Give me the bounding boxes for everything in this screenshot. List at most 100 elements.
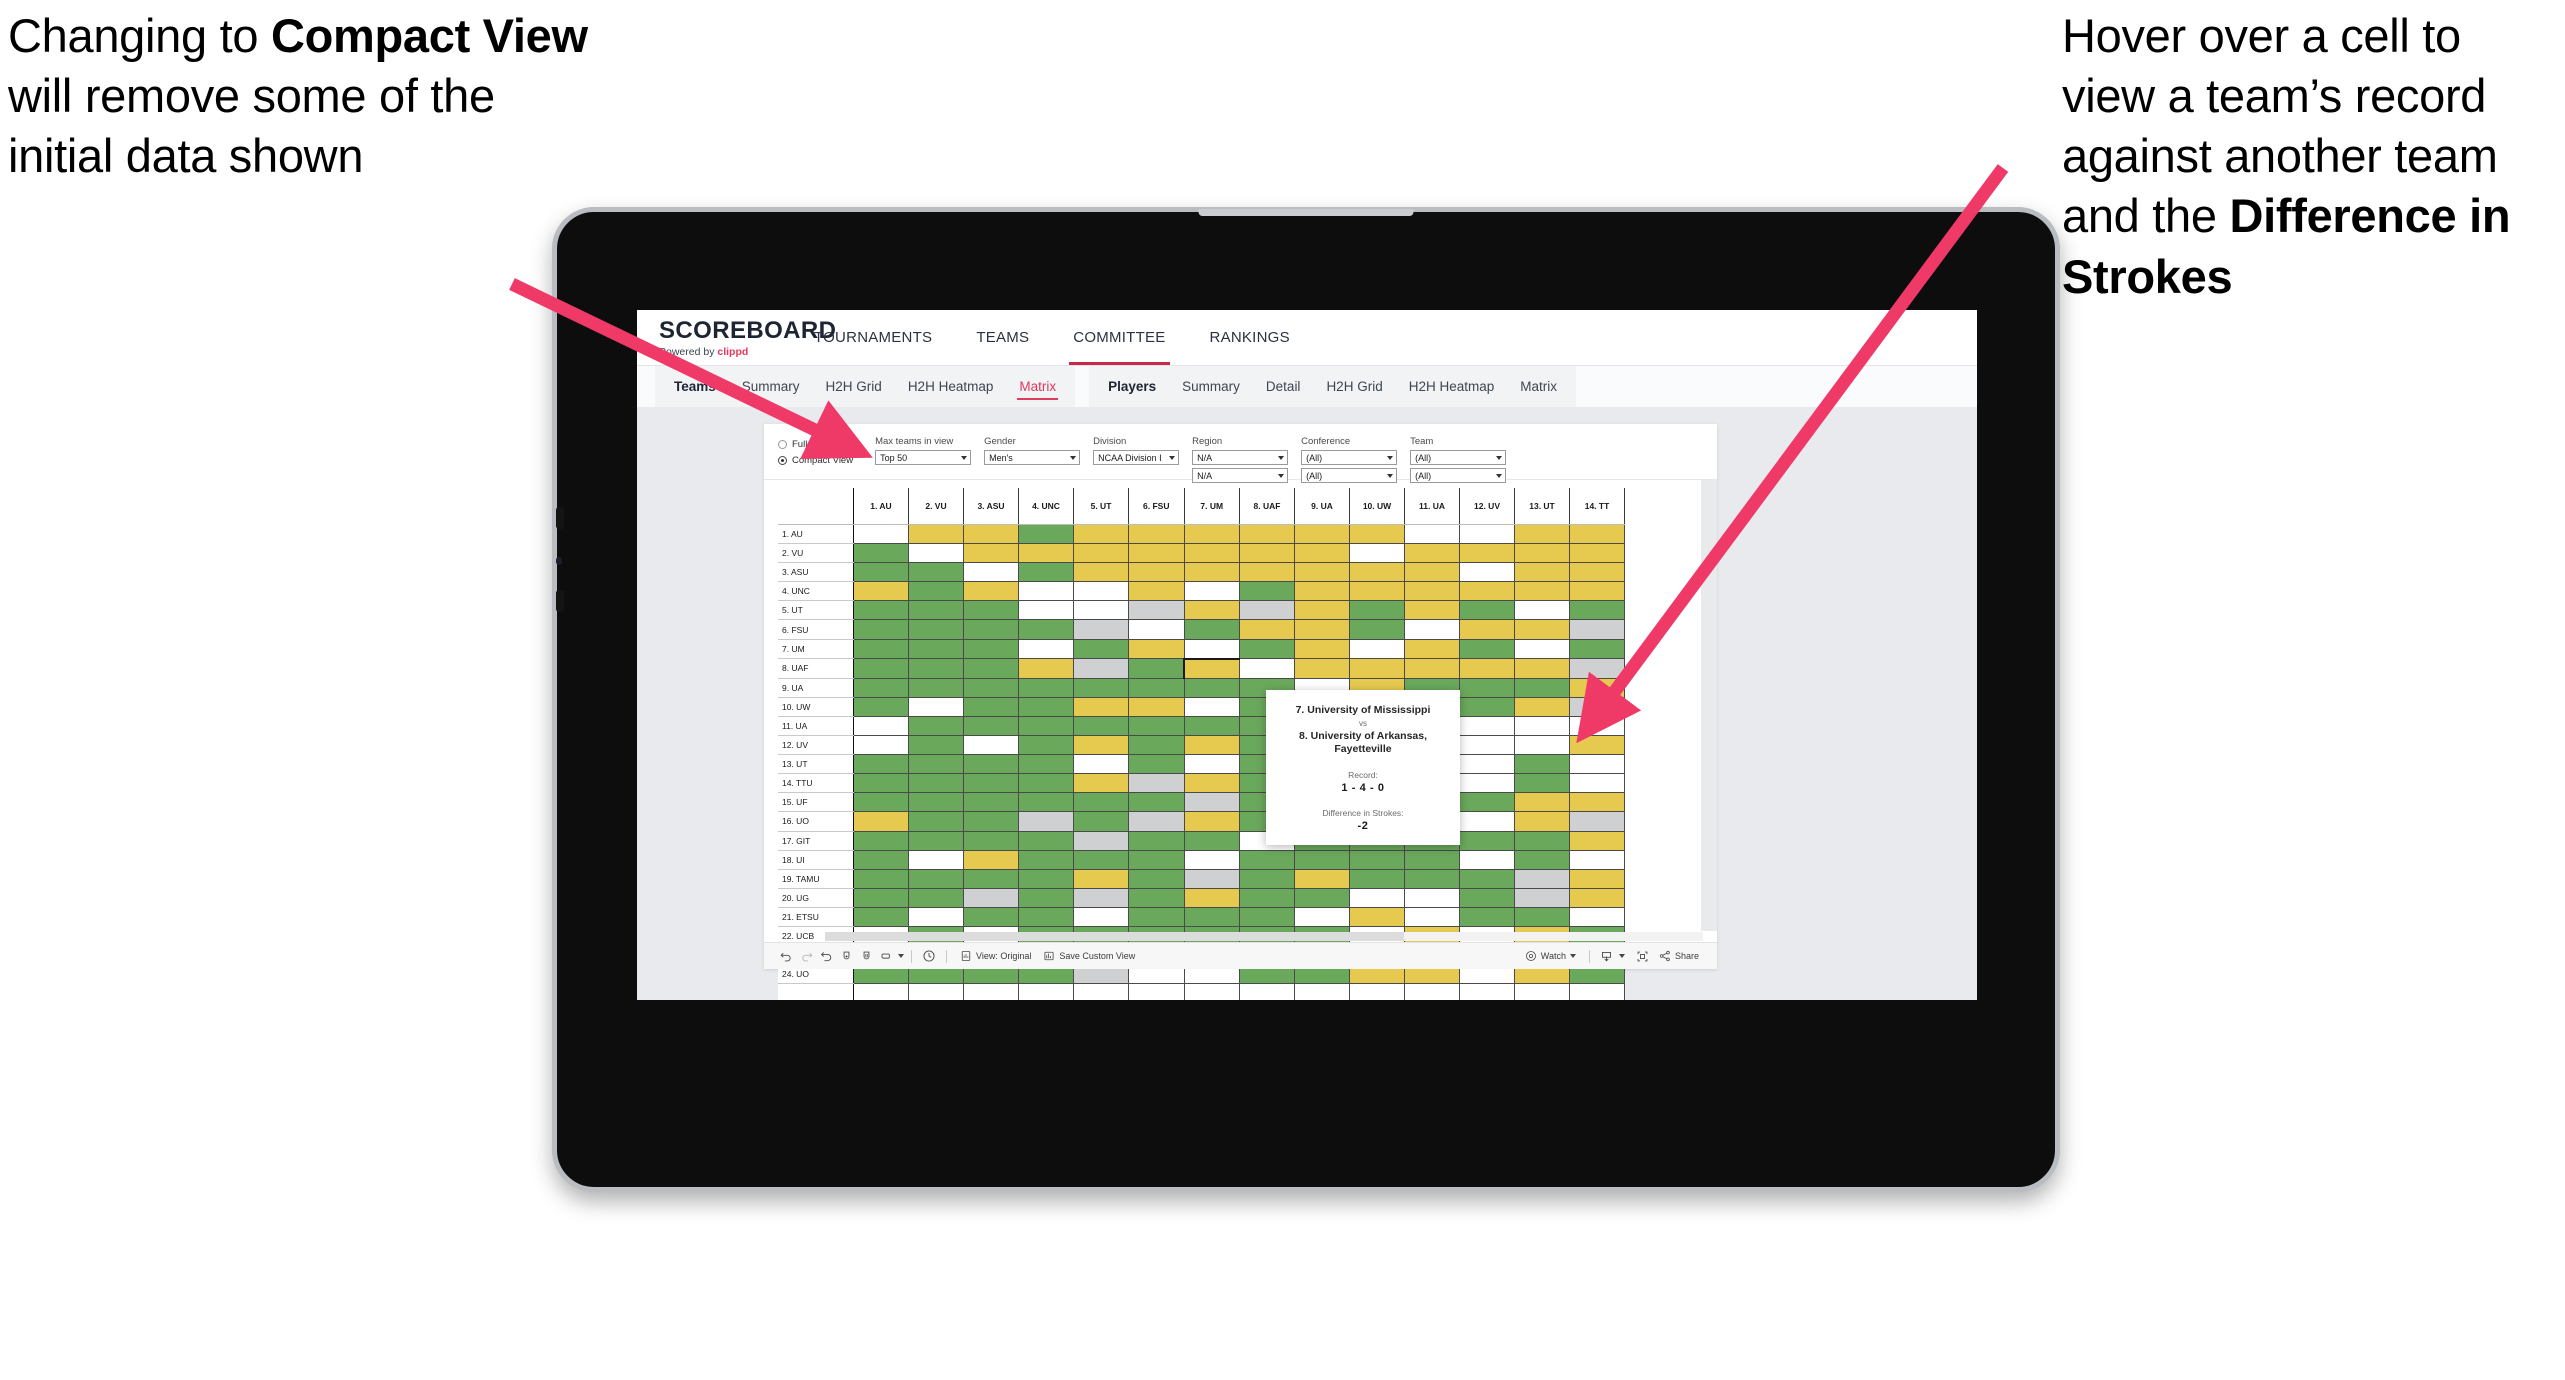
matrix-cell[interactable] (1569, 581, 1625, 602)
matrix-cell[interactable] (853, 562, 909, 583)
watch-button[interactable]: Watch (1519, 950, 1582, 962)
matrix-cell[interactable] (1404, 600, 1460, 621)
matrix-cell[interactable] (1073, 639, 1129, 660)
matrix-cell[interactable] (1239, 600, 1295, 621)
matrix-row-header[interactable]: 14. TTU (778, 773, 854, 794)
matrix-row-header[interactable]: 4. UNC (778, 581, 854, 602)
matrix-cell[interactable] (963, 697, 1019, 717)
matrix-cell[interactable] (1294, 619, 1350, 640)
subnav-item-matrix[interactable]: Matrix (1006, 366, 1069, 408)
filter-select-max-teams-in-view-1[interactable]: Top 50 (875, 450, 972, 465)
matrix-cell[interactable] (1459, 639, 1515, 660)
matrix-cell[interactable] (1018, 600, 1074, 621)
matrix-cell[interactable] (1184, 792, 1240, 813)
matrix-cell[interactable] (1404, 524, 1460, 545)
matrix-cell[interactable] (1349, 850, 1405, 870)
matrix-cell[interactable] (1569, 716, 1625, 737)
matrix-cell[interactable] (1404, 562, 1460, 583)
matrix-cell[interactable] (1073, 697, 1129, 717)
matrix-cell[interactable] (1128, 850, 1185, 870)
matrix-cell[interactable] (1184, 831, 1240, 851)
matrix-row-header[interactable]: 21. ETSU (778, 907, 854, 927)
matrix-cell[interactable] (1239, 581, 1295, 602)
matrix-cell[interactable] (908, 831, 964, 851)
matrix-cell[interactable] (1514, 543, 1570, 564)
matrix-cell[interactable] (1349, 600, 1405, 621)
matrix-cell[interactable] (1294, 562, 1350, 583)
matrix-cell[interactable] (963, 543, 1019, 564)
matrix-cell[interactable] (908, 678, 964, 698)
matrix-cell[interactable] (1294, 869, 1350, 889)
matrix-cell[interactable] (1569, 678, 1625, 698)
matrix-cell[interactable] (1184, 600, 1240, 621)
matrix-cell[interactable] (963, 562, 1019, 583)
matrix-cell[interactable] (1128, 600, 1185, 621)
top-nav-item-committee[interactable]: COMMITTEE (1051, 310, 1187, 365)
top-nav-item-teams[interactable]: TEAMS (954, 310, 1051, 365)
matrix-row-header[interactable]: 11. UA (778, 716, 854, 737)
matrix-cell[interactable] (1184, 562, 1240, 583)
filter-select-gender-1[interactable]: Men's (984, 450, 1081, 465)
subnav-item-summary[interactable]: Summary (1169, 366, 1253, 408)
matrix-cell[interactable] (1073, 773, 1129, 794)
matrix-cell[interactable] (1569, 888, 1625, 908)
matrix-cell[interactable] (1018, 831, 1074, 851)
matrix-cell[interactable] (1018, 619, 1074, 640)
matrix-cell[interactable] (1349, 907, 1405, 927)
matrix-cell[interactable] (1073, 562, 1129, 583)
matrix-cell[interactable] (963, 735, 1019, 756)
chevron-down-icon[interactable] (1278, 473, 1285, 478)
matrix-cell[interactable] (1239, 888, 1295, 908)
matrix-cell[interactable] (1128, 907, 1185, 927)
matrix-cell[interactable] (853, 543, 909, 564)
watch-caret-icon[interactable] (1569, 954, 1576, 958)
subnav-item-h2h-grid[interactable]: H2H Grid (1313, 366, 1395, 408)
matrix-cell[interactable] (1514, 524, 1570, 545)
matrix-cell[interactable] (1184, 811, 1240, 832)
chevron-down-icon[interactable] (1387, 455, 1394, 460)
matrix-cell[interactable] (1128, 524, 1185, 545)
matrix-cell[interactable] (853, 754, 909, 775)
matrix-cell[interactable] (1018, 754, 1074, 775)
matrix-cell[interactable] (1514, 850, 1570, 870)
matrix-cell[interactable] (853, 716, 909, 737)
matrix-cell[interactable] (963, 678, 1019, 698)
matrix-row-header[interactable]: 8. UAF (778, 658, 854, 679)
pause-auto-update-icon[interactable] (919, 946, 939, 966)
matrix-cell[interactable] (1239, 543, 1295, 564)
matrix-cell[interactable] (963, 619, 1019, 640)
matrix-column-header[interactable]: 10. UW (1349, 488, 1405, 525)
matrix-cell[interactable] (1239, 869, 1295, 889)
matrix-column-header[interactable]: 1. AU (853, 488, 909, 525)
matrix-cell[interactable] (1128, 639, 1185, 660)
matrix-cell[interactable] (853, 773, 909, 794)
matrix-cell[interactable] (1569, 907, 1625, 927)
matrix-cell[interactable] (1294, 658, 1350, 679)
matrix-cell[interactable] (1294, 524, 1350, 545)
matrix-cell[interactable] (963, 581, 1019, 602)
matrix-cell[interactable] (1569, 831, 1625, 851)
matrix-cell[interactable] (1569, 600, 1625, 621)
matrix-cell[interactable] (1018, 678, 1074, 698)
matrix-row-header[interactable]: 1. AU (778, 524, 854, 545)
matrix-cell[interactable] (963, 716, 1019, 737)
matrix-cell[interactable] (1459, 792, 1515, 813)
fullscreen-icon[interactable] (1633, 946, 1653, 966)
matrix-cell[interactable] (963, 792, 1019, 813)
chevron-down-icon[interactable] (1496, 473, 1503, 478)
matrix-cell[interactable] (1514, 639, 1570, 660)
matrix-cell[interactable] (1018, 716, 1074, 737)
matrix-cell[interactable] (1128, 811, 1185, 832)
matrix-cell[interactable] (1128, 697, 1185, 717)
matrix-cell[interactable] (963, 773, 1019, 794)
matrix-column-header[interactable]: 13. UT (1514, 488, 1570, 525)
matrix-cell[interactable] (1184, 869, 1240, 889)
matrix-cell[interactable] (963, 831, 1019, 851)
matrix-cell[interactable] (1569, 850, 1625, 870)
matrix-cell[interactable] (853, 619, 909, 640)
matrix-cell[interactable] (1128, 754, 1185, 775)
matrix-cell[interactable] (1349, 543, 1405, 564)
matrix-cell[interactable] (1073, 543, 1129, 564)
matrix-cell[interactable] (853, 678, 909, 698)
matrix-cell[interactable] (1514, 907, 1570, 927)
